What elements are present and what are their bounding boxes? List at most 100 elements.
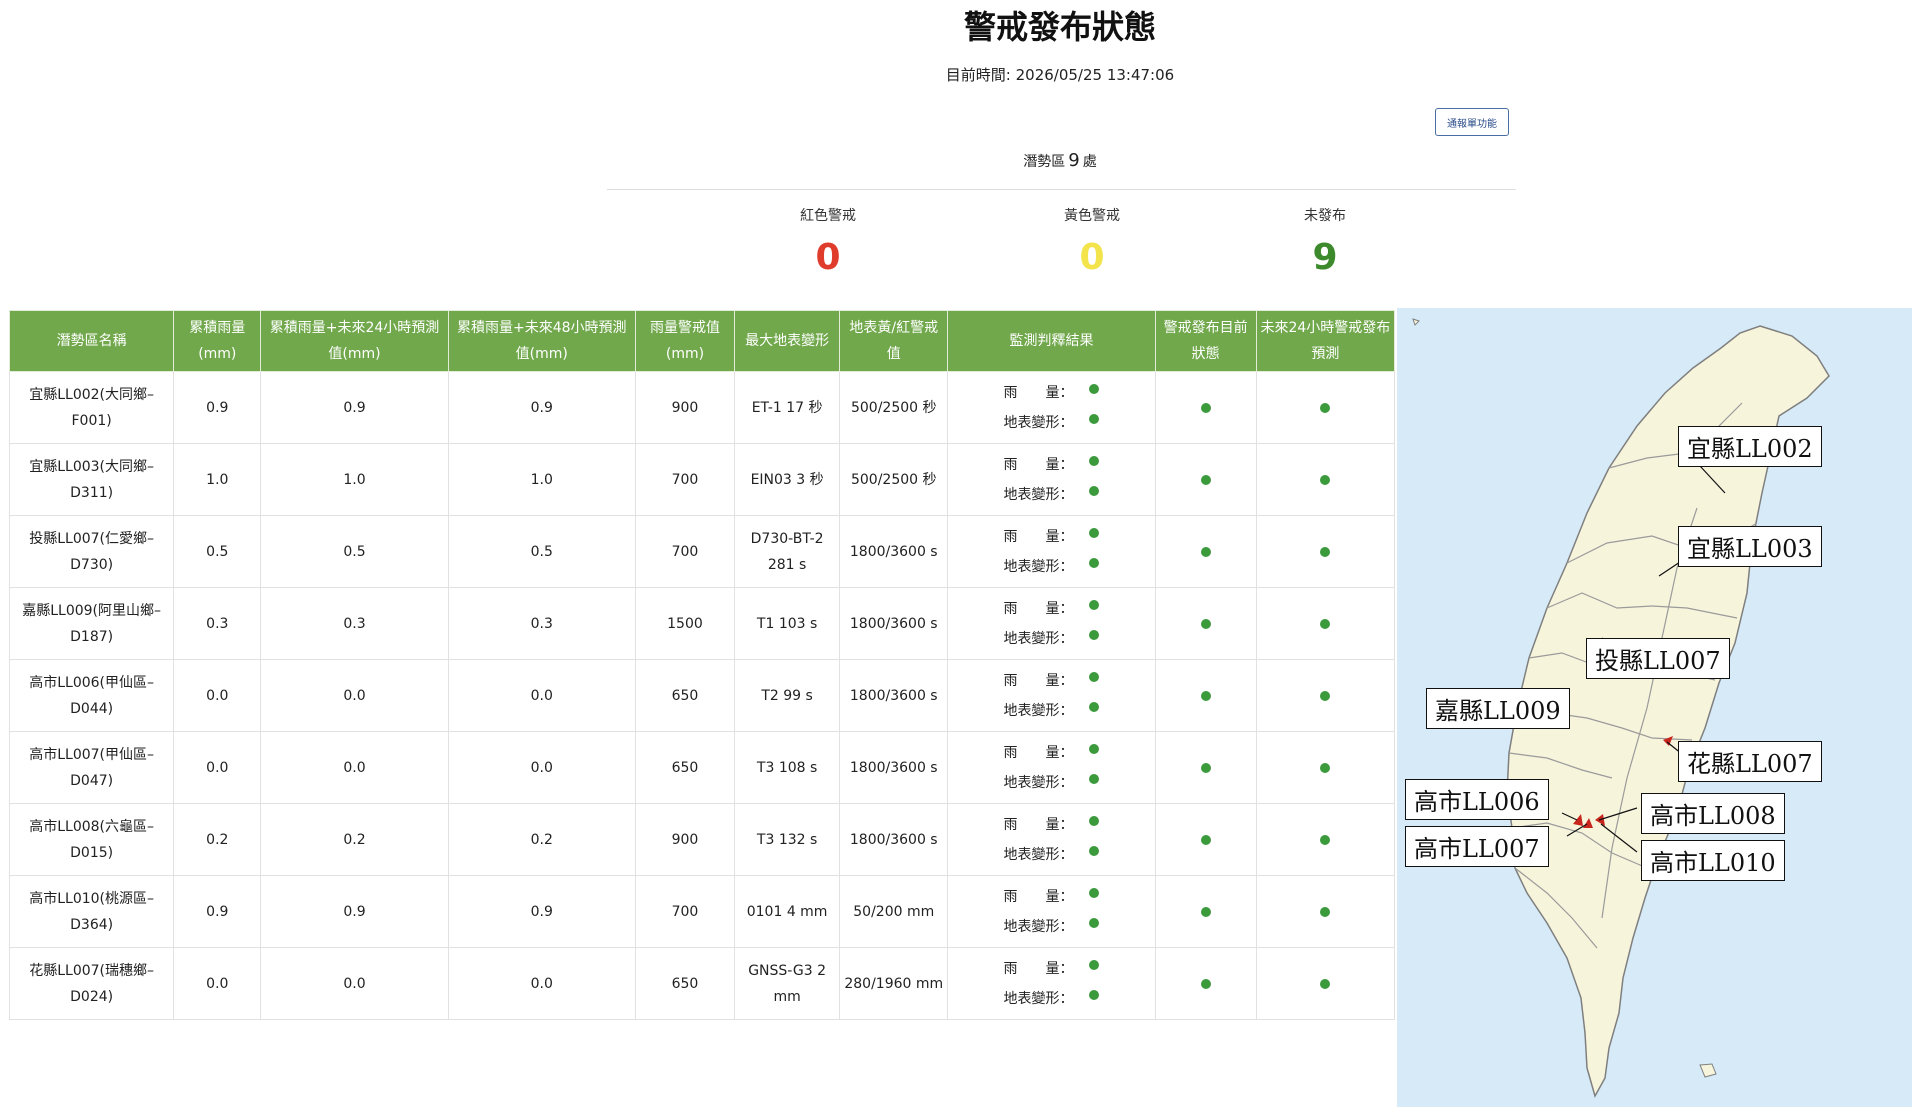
cell-monitor-result: 雨 量： 地表變形： (947, 803, 1156, 876)
cell-monitor-result: 雨 量： 地表變形： (947, 515, 1156, 588)
notify-form-button[interactable]: 通報單功能 (1435, 108, 1509, 136)
monitor-ground: 地表變形： (1003, 408, 1100, 438)
monitor-result-block: 雨 量： 地表變形： (1003, 594, 1100, 654)
monitor-ground-label: 地表變形： (1003, 918, 1074, 935)
ground-status-dot-icon (1089, 557, 1100, 568)
monitor-ground-label: 地表變形： (1003, 846, 1074, 863)
cell-zone-name: 投縣LL007(仁愛鄉–D730) (8, 515, 175, 588)
map-label-kaohsiung-ll006[interactable]: 高市LL006 (1405, 779, 1549, 820)
cell-zone-name: 嘉縣LL009(阿里山鄉–D187) (8, 587, 175, 660)
cell-rain-48h: 0.0 (447, 659, 636, 732)
col-header-forecast-24h: 未來24小時警戒發布預測 (1255, 310, 1396, 372)
islet-icon (1699, 1063, 1717, 1078)
cell-forecast-24h (1255, 587, 1396, 660)
current-time: 目前時間: 2026/05/25 13:47:06 (0, 64, 1920, 85)
cell-monitor-result: 雨 量： 地表變形： (947, 659, 1156, 732)
cell-rain-48h: 0.0 (447, 947, 636, 1020)
cell-acc-rain: 0.3 (173, 587, 262, 660)
cell-current-status (1154, 659, 1257, 732)
monitor-rain: 雨 量： (1003, 954, 1100, 984)
rain-status-dot-icon (1089, 887, 1100, 898)
zone-count-value: 9 (1068, 150, 1080, 171)
cell-rain-48h: 0.5 (447, 515, 636, 588)
cell-acc-rain: 0.0 (173, 731, 262, 804)
cell-rain-48h: 1.0 (447, 443, 636, 516)
cell-current-status (1154, 443, 1257, 516)
monitor-ground: 地表變形： (1003, 480, 1100, 510)
monitor-ground-label: 地表變形： (1003, 702, 1074, 719)
map-label-nantou-ll007[interactable]: 投縣LL007 (1586, 638, 1730, 679)
monitor-rain-label: 雨 量： (1003, 456, 1074, 473)
stat-red-alert: 紅色警戒 0 (748, 205, 908, 278)
map-label-ilan-ll003[interactable]: 宜縣LL003 (1678, 526, 1822, 567)
rain-status-dot-icon (1089, 743, 1100, 754)
current-time-value: 2026/05/25 13:47:06 (1015, 66, 1175, 84)
cell-current-status (1154, 587, 1257, 660)
col-header-rain-48h: 累積雨量+未來48小時預測值(mm) (447, 310, 636, 372)
map-label-kaohsiung-ll010[interactable]: 高市LL010 (1641, 840, 1785, 881)
monitor-rain-label: 雨 量： (1003, 528, 1074, 545)
cell-rain-24h: 0.9 (260, 371, 449, 444)
cell-rain-24h: 0.9 (260, 875, 449, 948)
cell-forecast-24h (1255, 659, 1396, 732)
cell-deformation-alert: 1800/3600 s (839, 731, 949, 804)
map-label-chiayi-ll009[interactable]: 嘉縣LL009 (1426, 688, 1570, 729)
cell-monitor-result: 雨 量： 地表變形： (947, 875, 1156, 948)
cell-max-deformation: T3 108 s (734, 731, 841, 804)
map-label-hualien-ll007[interactable]: 花縣LL007 (1678, 741, 1822, 782)
cell-zone-name: 高市LL008(六龜區–D015) (8, 803, 175, 876)
cell-current-status (1154, 803, 1257, 876)
cell-rain-48h: 0.3 (447, 587, 636, 660)
ground-status-dot-icon (1089, 485, 1100, 496)
monitor-ground: 地表變形： (1003, 624, 1100, 654)
monitor-ground-label: 地表變形： (1003, 558, 1074, 575)
monitor-result-block: 雨 量： 地表變形： (1003, 450, 1100, 510)
monitor-rain: 雨 量： (1003, 522, 1100, 552)
cell-deformation-alert: 280/1960 mm (839, 947, 949, 1020)
col-header-deformation-alert: 地表黃/紅警戒值 (839, 310, 949, 372)
cell-rain-24h: 0.0 (260, 947, 449, 1020)
cell-acc-rain: 0.0 (173, 947, 262, 1020)
cell-max-deformation: T3 132 s (734, 803, 841, 876)
cell-deformation-alert: 50/200 mm (839, 875, 949, 948)
map-label-ilan-ll002[interactable]: 宜縣LL002 (1678, 426, 1822, 467)
taiwan-map[interactable]: 宜縣LL002 宜縣LL003 投縣LL007 嘉縣LL009 花縣LL007 … (1397, 308, 1912, 1107)
monitor-result-block: 雨 量： 地表變形： (1003, 810, 1100, 870)
table-row: 宜縣LL003(大同鄉–D311) 1.0 1.0 1.0 700 EIN03 3 秒 50… (8, 443, 1396, 516)
rain-status-dot-icon (1089, 455, 1100, 466)
status-dot-icon (1320, 906, 1331, 917)
monitor-result-block: 雨 量： 地表變形： (1003, 738, 1100, 798)
cell-acc-rain: 1.0 (173, 443, 262, 516)
map-label-kaohsiung-ll007[interactable]: 高市LL007 (1405, 826, 1549, 867)
stat-yellow-alert: 黃色警戒 0 (1012, 205, 1172, 278)
cell-current-status (1154, 947, 1257, 1020)
cell-max-deformation: T1 103 s (734, 587, 841, 660)
cell-deformation-alert: 500/2500 秒 (839, 443, 949, 516)
monitor-rain: 雨 量： (1003, 594, 1100, 624)
cell-deformation-alert: 1800/3600 s (839, 587, 949, 660)
rain-status-dot-icon (1089, 599, 1100, 610)
cell-deformation-alert: 1800/3600 s (839, 515, 949, 588)
cell-deformation-alert: 1800/3600 s (839, 803, 949, 876)
cell-monitor-result: 雨 量： 地表變形： (947, 731, 1156, 804)
stat-yellow-value: 0 (1079, 237, 1105, 278)
table-row: 高市LL008(六龜區–D015) 0.2 0.2 0.2 900 T3 132 s 180… (8, 803, 1396, 876)
cell-forecast-24h (1255, 371, 1396, 444)
monitor-rain-label: 雨 量： (1003, 600, 1074, 617)
monitor-ground-label: 地表變形： (1003, 414, 1074, 431)
cell-max-deformation: ET-1 17 秒 (734, 371, 841, 444)
cell-zone-name: 宜縣LL003(大同鄉–D311) (8, 443, 175, 516)
ground-status-dot-icon (1089, 917, 1100, 928)
cell-zone-name: 高市LL007(甲仙區–D047) (8, 731, 175, 804)
ground-status-dot-icon (1089, 629, 1100, 640)
status-dot-icon (1200, 546, 1211, 557)
monitor-result-block: 雨 量： 地表變形： (1003, 378, 1100, 438)
status-dot-icon (1200, 906, 1211, 917)
monitor-ground: 地表變形： (1003, 912, 1100, 942)
table-row: 花縣LL007(瑞穗鄉–D024) 0.0 0.0 0.0 650 GNSS-G3 2 m… (8, 947, 1396, 1020)
monitor-ground: 地表變形： (1003, 696, 1100, 726)
col-header-max-deformation: 最大地表變形 (734, 310, 841, 372)
map-label-kaohsiung-ll008[interactable]: 高市LL008 (1641, 793, 1785, 834)
cell-rain-alert: 900 (634, 803, 736, 876)
zone-count: 潛勢區 9 處 (0, 150, 1920, 171)
